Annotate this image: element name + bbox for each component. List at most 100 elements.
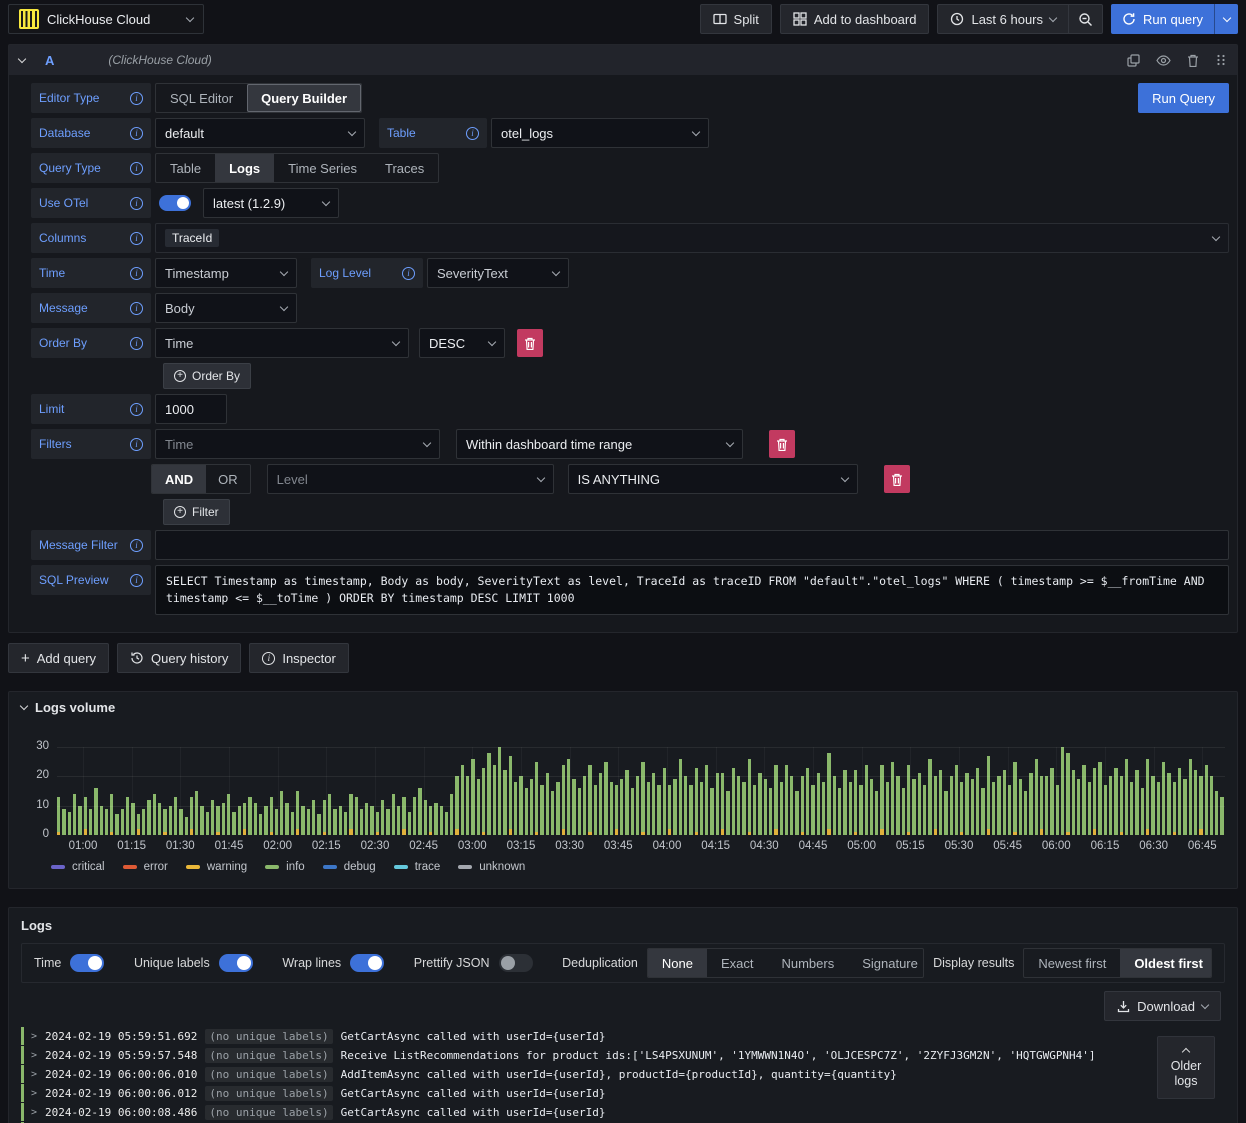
log-level-select[interactable]: SeverityText	[427, 258, 569, 288]
expand-chevron-icon[interactable]: >	[31, 1069, 37, 1080]
info-icon[interactable]: i	[130, 573, 143, 587]
log-row[interactable]: >2024-02-19 06:00:08.486 (no unique label…	[21, 1103, 1225, 1121]
drag-handle-icon[interactable]	[1215, 54, 1227, 66]
split-button[interactable]: Split	[699, 4, 772, 34]
legend-item-critical[interactable]: critical	[51, 861, 105, 873]
legend-item-debug[interactable]: debug	[322, 861, 376, 873]
info-icon[interactable]: i	[130, 402, 143, 416]
limit-input[interactable]: 1000	[155, 394, 227, 424]
display-newest-first[interactable]: Newest first	[1024, 949, 1120, 977]
info-icon[interactable]: i	[130, 336, 143, 350]
gridline	[715, 747, 717, 835]
legend-item-unknown[interactable]: unknown	[458, 861, 525, 873]
table-select[interactable]: otel_logs	[491, 118, 709, 148]
expand-chevron-icon[interactable]: >	[31, 1107, 37, 1118]
info-icon[interactable]: i	[130, 266, 143, 280]
info-icon[interactable]: i	[130, 196, 143, 210]
run-query-dropdown[interactable]	[1214, 4, 1238, 34]
add-order-by-button[interactable]: + Order By	[163, 363, 252, 389]
duplicate-query-icon[interactable]	[1127, 53, 1140, 67]
query-type-time-series[interactable]: Time Series	[274, 154, 371, 182]
wrap-lines-toggle[interactable]	[350, 954, 385, 972]
column-chip-traceid[interactable]: TraceId	[165, 229, 220, 247]
add-to-dashboard-button[interactable]: Add to dashboard	[779, 4, 930, 34]
query-type-traces[interactable]: Traces	[371, 154, 438, 182]
filter-bool-and[interactable]: AND	[152, 465, 207, 493]
info-icon[interactable]: i	[130, 91, 143, 105]
filter2-field-select[interactable]: Level	[266, 464, 554, 494]
dedup-none[interactable]: None	[647, 949, 707, 977]
dedup-exact[interactable]: Exact	[707, 949, 768, 977]
display-oldest-first[interactable]: Oldest first	[1120, 949, 1212, 977]
older-logs-button[interactable]: Older logs	[1157, 1036, 1215, 1099]
download-button[interactable]: Download	[1104, 991, 1221, 1021]
message-filter-input[interactable]	[155, 530, 1229, 560]
message-column-select[interactable]: Body	[155, 293, 297, 323]
query-history-button[interactable]: Query history	[117, 643, 242, 673]
columns-multiselect[interactable]: TraceId	[155, 223, 1229, 253]
hide-query-eye-icon[interactable]	[1156, 54, 1171, 66]
expand-chevron-icon[interactable]: >	[31, 1050, 37, 1061]
database-select[interactable]: default	[155, 118, 365, 148]
inspector-button[interactable]: i Inspector	[249, 643, 349, 673]
add-query-button[interactable]: + Add query	[8, 643, 110, 673]
remove-filter-button[interactable]	[769, 430, 795, 458]
run-query-inner-button[interactable]: Run Query	[1138, 83, 1229, 113]
remove-order-by-button[interactable]	[517, 329, 543, 357]
info-icon[interactable]: i	[130, 301, 143, 315]
query-type-logs[interactable]: Logs	[215, 154, 275, 182]
filter-field-select[interactable]: Time	[155, 429, 440, 459]
use-otel-toggle[interactable]	[159, 195, 191, 211]
run-query-button[interactable]: Run query	[1111, 4, 1214, 34]
order-by-direction-select[interactable]: DESC	[419, 328, 505, 358]
collapse-chevron-icon[interactable]	[17, 54, 27, 63]
query-type-table[interactable]: Table	[156, 154, 215, 182]
x-tick-label: 04:30	[749, 840, 779, 852]
info-icon[interactable]: i	[130, 437, 143, 451]
otel-version-select[interactable]: latest (1.2.9)	[203, 188, 339, 218]
zoom-out-button[interactable]	[1068, 4, 1104, 34]
volume-bar	[1018, 779, 1022, 835]
prettify-json-toggle[interactable]	[498, 954, 533, 972]
log-row[interactable]: >2024-02-19 06:00:06.012 (no unique label…	[21, 1084, 1225, 1102]
editor-type-query-builder[interactable]: Query Builder	[247, 84, 362, 112]
expand-chevron-icon[interactable]: >	[31, 1088, 37, 1099]
log-row[interactable]: >2024-02-19 05:59:51.692 (no unique label…	[21, 1027, 1225, 1045]
filter2-operator-select[interactable]: IS ANYTHING	[567, 464, 858, 494]
expand-chevron-icon[interactable]: >	[31, 1031, 37, 1042]
legend-item-trace[interactable]: trace	[393, 861, 440, 873]
datasource-picker[interactable]: ClickHouse Cloud	[8, 4, 204, 34]
volume-bar	[450, 793, 454, 835]
info-icon[interactable]: i	[402, 266, 415, 280]
time-column-select[interactable]: Timestamp	[155, 258, 297, 288]
gridline	[472, 747, 474, 835]
log-row[interactable]: >2024-02-19 05:59:57.548 (no unique label…	[21, 1046, 1225, 1064]
gridline	[1202, 747, 1204, 835]
dedup-numbers[interactable]: Numbers	[767, 949, 848, 977]
remove-filter2-button[interactable]	[883, 465, 910, 493]
info-icon[interactable]: i	[130, 231, 143, 245]
unique-labels-toggle[interactable]	[218, 954, 253, 972]
info-icon[interactable]: i	[130, 538, 143, 552]
time-range-picker[interactable]: Last 6 hours	[937, 4, 1069, 34]
log-row[interactable]: >2024-02-19 06:00:06.010 (no unique label…	[21, 1065, 1225, 1083]
info-icon[interactable]: i	[466, 126, 479, 140]
filter-operator-select[interactable]: Within dashboard time range	[456, 429, 743, 459]
collapse-chevron-icon[interactable]	[19, 701, 29, 711]
add-filter-button[interactable]: + Filter	[163, 499, 230, 525]
info-icon[interactable]: i	[130, 126, 143, 140]
legend-item-info[interactable]: info	[265, 861, 305, 873]
legend-item-warning[interactable]: warning	[185, 861, 247, 873]
info-icon[interactable]: i	[130, 161, 143, 175]
editor-type-sql-editor[interactable]: SQL Editor	[156, 84, 247, 112]
volume-bar	[317, 814, 321, 835]
sql-preview-label: SQL Preview i	[31, 565, 151, 595]
order-by-field-select[interactable]: Time	[155, 328, 409, 358]
query-header[interactable]: A (ClickHouse Cloud)	[9, 45, 1237, 75]
time-toggle[interactable]	[70, 954, 105, 972]
filter-bool-or[interactable]: OR	[206, 465, 250, 493]
dedup-signature[interactable]: Signature	[848, 949, 923, 977]
delete-query-icon[interactable]	[1187, 54, 1199, 67]
legend-item-error[interactable]: error	[122, 861, 168, 873]
volume-bar	[253, 802, 257, 835]
